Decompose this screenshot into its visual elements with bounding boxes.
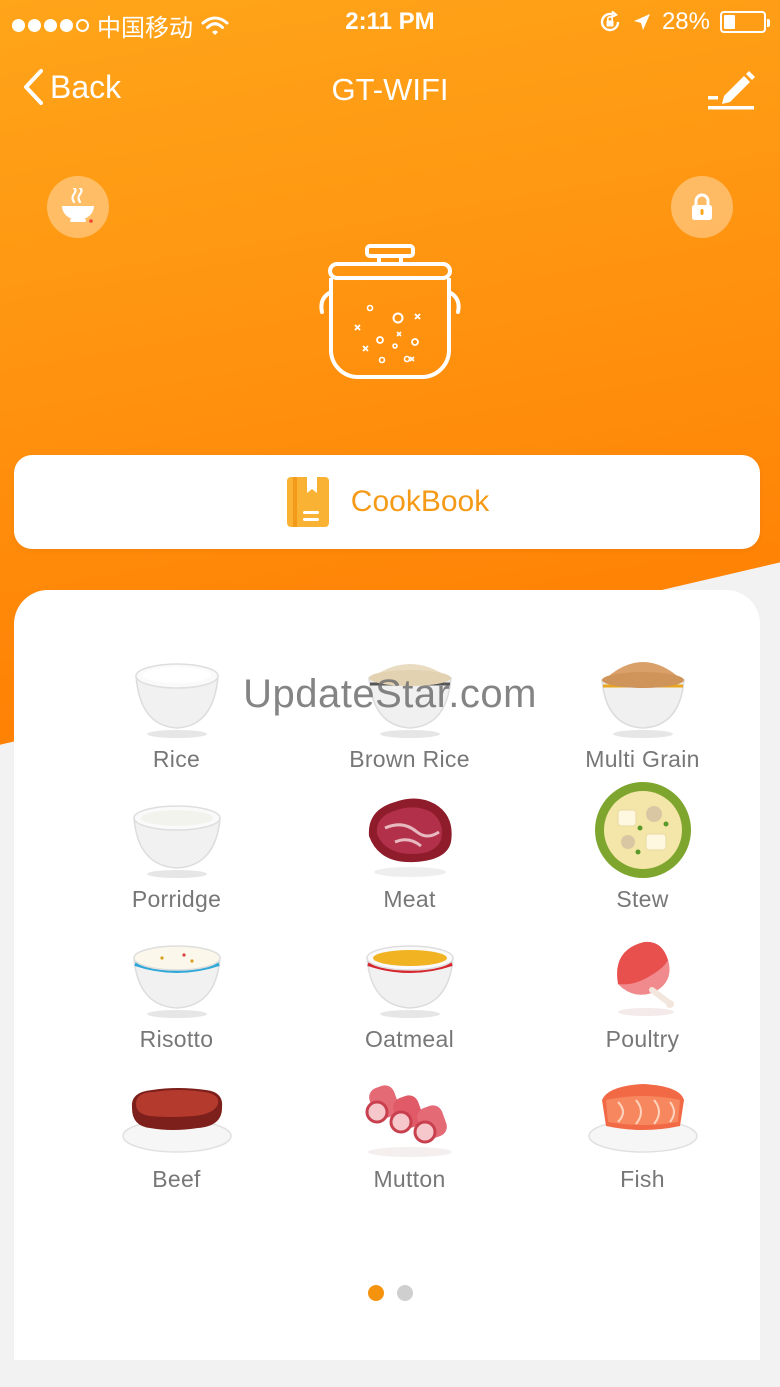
porridge-bowl-icon — [132, 805, 221, 878]
menu-item-risotto[interactable]: Risotto — [60, 920, 293, 1060]
cooking-status-button[interactable] — [47, 176, 109, 238]
page-indicator[interactable] — [0, 1285, 780, 1301]
edit-pencil-icon[interactable] — [706, 66, 756, 112]
menu-item-stew[interactable]: Stew — [526, 780, 759, 920]
menu-item-label: Mutton — [373, 1166, 446, 1192]
menu-item-label: Porridge — [131, 886, 222, 912]
oatmeal-bowl-icon — [365, 945, 454, 1018]
watermark: UpdateStar.com — [243, 672, 537, 716]
cookbook-button[interactable]: CookBook — [14, 455, 760, 549]
status-right: 28% — [598, 8, 770, 36]
fish-steak-icon — [587, 1084, 698, 1153]
lock-icon — [692, 193, 712, 220]
menu-item-beef[interactable]: Beef — [60, 1060, 293, 1200]
menu-item-label: Poultry — [605, 1026, 680, 1052]
menu-item-label: Multi Grain — [585, 746, 700, 772]
child-lock-button[interactable] — [671, 176, 733, 238]
menu-item-label: Fish — [620, 1166, 665, 1192]
menu-item-poultry[interactable]: Poultry — [526, 920, 759, 1060]
menu-item-meat[interactable]: Meat — [293, 780, 526, 920]
risotto-bowl-icon — [132, 945, 221, 1018]
stew-plate-icon — [594, 782, 691, 878]
menu-item-porridge[interactable]: Porridge — [60, 780, 293, 920]
bowl-steam-icon — [62, 188, 94, 223]
battery-percent: 28% — [661, 8, 710, 35]
status-bar: 中国移动 2:11 PM 28% — [0, 0, 780, 44]
page-dot-1[interactable] — [367, 1285, 384, 1301]
rice-cooker-icon — [319, 244, 461, 379]
menu-item-label: Risotto — [139, 1026, 214, 1052]
beef-steak-icon — [121, 1088, 232, 1153]
cookbook-label: CookBook — [350, 485, 490, 518]
menu-item-label: Stew — [616, 886, 669, 912]
menu-item-label: Rice — [152, 746, 201, 772]
location-arrow-icon — [633, 14, 650, 30]
menu-item-label: Beef — [152, 1166, 201, 1192]
poultry-leg-icon — [616, 941, 674, 1016]
menu-item-label: Meat — [383, 886, 436, 912]
page-title: GT-WIFI — [331, 72, 449, 107]
meat-icon — [368, 798, 452, 877]
battery-icon — [720, 11, 770, 33]
battery-fill — [724, 15, 735, 29]
book-icon — [286, 477, 329, 527]
rotation-lock-icon — [600, 10, 620, 32]
menu-item-label: Oatmeal — [364, 1026, 455, 1052]
menu-item-mutton[interactable]: Mutton — [293, 1060, 526, 1200]
menu-grid: Rice Brown Rice Multi Grain Porridge Mea… — [60, 640, 760, 1200]
menu-item-fish[interactable]: Fish — [526, 1060, 759, 1200]
nav-bar: Back GT-WIFI — [0, 60, 780, 120]
page-dot-2[interactable] — [396, 1285, 413, 1301]
menu-item-label: Brown Rice — [349, 746, 470, 772]
menu-item-oatmeal[interactable]: Oatmeal — [293, 920, 526, 1060]
mutton-rolls-icon — [365, 1085, 452, 1157]
